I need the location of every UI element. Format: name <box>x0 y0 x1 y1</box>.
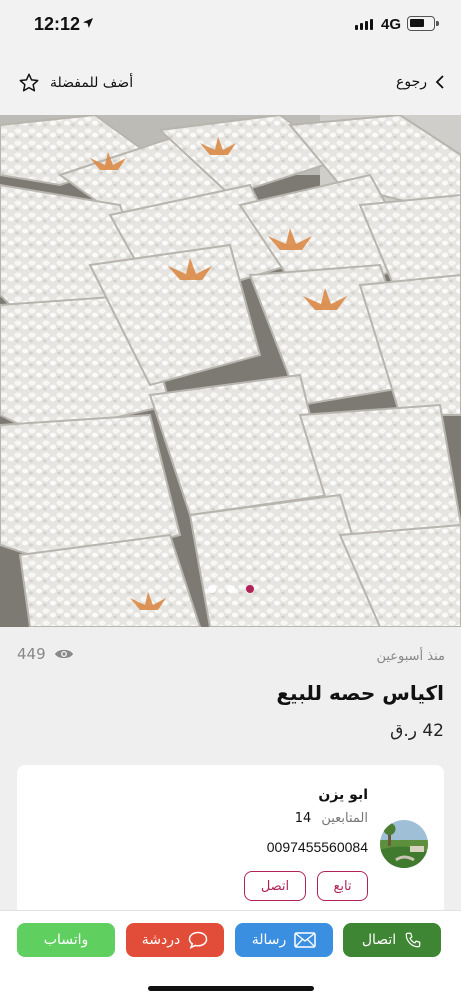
back-label: رجوع <box>395 74 427 90</box>
network-type: 4G <box>381 16 402 33</box>
seller-followers: المتابعين 14 <box>295 811 368 826</box>
gallery-dots <box>0 585 461 593</box>
chevron-left-icon <box>435 75 444 89</box>
listing-photo <box>0 115 461 627</box>
add-favorite-button[interactable]: أضف للمفضلة <box>18 72 133 94</box>
battery-icon <box>407 16 439 31</box>
call-button[interactable]: اتصال <box>343 923 441 957</box>
listing-title: اكياس حصه للبيع <box>276 681 444 705</box>
view-count: 449 <box>17 645 74 663</box>
avatar-image <box>380 820 428 868</box>
view-count-value: 449 <box>17 645 46 663</box>
seller-name: ابو يزن <box>318 787 368 803</box>
top-nav: رجوع أضف للمفضلة <box>0 52 461 115</box>
bottom-action-bar: اتصال رسالة دردشة واتساب <box>0 910 461 1000</box>
phone-icon <box>405 932 421 948</box>
call-label: اتصال <box>361 932 397 948</box>
status-bar: 12:12 4G <box>0 0 461 52</box>
star-icon <box>19 73 39 92</box>
gallery-dot-active[interactable] <box>245 585 254 593</box>
listing-info: منذ أسبوعين 449 اكياس حصه للبيع 42 ر.ق ا… <box>0 627 461 915</box>
seller-avatar[interactable] <box>380 820 428 868</box>
location-arrow-icon <box>83 18 93 28</box>
followers-count: 14 <box>294 811 312 826</box>
add-favorite-label: أضف للمفضلة <box>50 75 134 91</box>
back-button[interactable]: رجوع <box>396 74 445 90</box>
listing-price: 42 ر.ق <box>390 721 444 741</box>
whatsapp-label: واتساب <box>43 932 89 948</box>
chat-button[interactable]: دردشة <box>126 923 224 957</box>
posted-time: منذ أسبوعين <box>376 649 445 664</box>
follow-button[interactable]: تابع <box>317 871 368 901</box>
signal-icon <box>355 19 373 30</box>
eye-icon <box>54 649 73 659</box>
followers-label: المتابعين <box>321 811 368 826</box>
seller-phone[interactable]: 0097455560084 <box>267 839 368 855</box>
gallery-dot[interactable] <box>207 585 216 593</box>
status-time: 12:12 <box>34 14 81 34</box>
chat-bubble-icon <box>188 931 208 949</box>
message-label: رسالة <box>251 932 287 948</box>
seller-card[interactable]: ابو يزن المتابعين 14 0097455560084 تابع … <box>17 765 444 915</box>
seller-call-button[interactable]: اتصل <box>244 871 306 901</box>
envelope-icon <box>294 932 317 948</box>
gallery-dot[interactable] <box>226 585 235 593</box>
home-indicator[interactable] <box>148 986 314 991</box>
whatsapp-button[interactable]: واتساب <box>17 923 115 957</box>
message-button[interactable]: رسالة <box>235 923 333 957</box>
listing-image-gallery[interactable] <box>0 115 461 627</box>
chat-label: دردشة <box>141 932 181 948</box>
